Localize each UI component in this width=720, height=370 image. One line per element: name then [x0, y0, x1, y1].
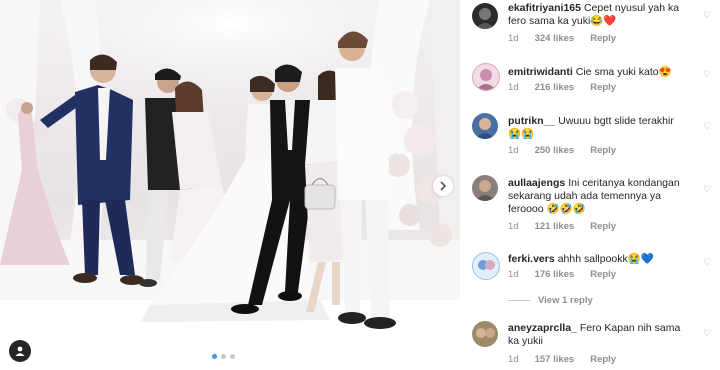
- avatar-image: [476, 328, 495, 338]
- avatar[interactable]: [472, 252, 500, 280]
- avatar-image: [476, 69, 496, 90]
- avatar[interactable]: [472, 113, 498, 139]
- carousel-indicator: [212, 354, 235, 359]
- comment-age[interactable]: 1d: [508, 82, 519, 93]
- comment-text-block: putrikn__ Uwuuu bgtt slide terakhir😭😭: [508, 115, 684, 141]
- next-slide-button[interactable]: [433, 176, 453, 196]
- comment-username[interactable]: ekafitriyani165: [508, 2, 581, 14]
- comment-text-block: aullaajengs Ini ceritanya kondangan sekar…: [508, 177, 684, 216]
- comment-likes[interactable]: 121 likes: [535, 221, 575, 232]
- comment-text-block: ekafitriyani165 Cepet nyusul yah ka fero …: [508, 2, 684, 28]
- carousel-dot: [221, 354, 226, 359]
- user-tag-button[interactable]: [9, 340, 31, 362]
- comment-likes[interactable]: 176 likes: [535, 269, 575, 280]
- comment-meta: 1d 324 likes Reply: [508, 33, 616, 44]
- comment-meta: 1d 216 likes Reply: [508, 82, 616, 93]
- view-replies-line: [508, 300, 530, 301]
- comment-username[interactable]: aullaajengs: [508, 177, 565, 189]
- heart-outline-icon[interactable]: ♡: [703, 122, 712, 131]
- comment-meta: 1d 176 likes Reply: [508, 269, 616, 280]
- comment-age[interactable]: 1d: [508, 354, 519, 365]
- comment-text: ahhh sallpookk😭💙: [557, 253, 654, 265]
- comment-age[interactable]: 1d: [508, 145, 519, 156]
- heart-outline-icon[interactable]: ♡: [703, 11, 712, 20]
- avatar[interactable]: [472, 175, 498, 201]
- comment-username[interactable]: putrikn__: [508, 115, 555, 127]
- comment-username[interactable]: ferki.vers: [508, 253, 555, 265]
- reply-button[interactable]: Reply: [590, 145, 616, 156]
- comment-age[interactable]: 1d: [508, 33, 519, 44]
- heart-outline-icon[interactable]: ♡: [703, 329, 712, 338]
- comment-age[interactable]: 1d: [508, 221, 519, 232]
- wedding-photo-illustration: [0, 0, 460, 370]
- user-tag-icon: [15, 346, 25, 356]
- avatar-image: [475, 8, 495, 29]
- avatar[interactable]: [472, 3, 498, 29]
- view-replies-button[interactable]: View 1 reply: [508, 295, 593, 306]
- comment-likes[interactable]: 216 likes: [535, 82, 575, 93]
- comment-username[interactable]: aneyzaprclla_: [508, 322, 577, 334]
- comment-likes[interactable]: 157 likes: [535, 354, 575, 365]
- comment-username[interactable]: emitriwidanti: [508, 66, 573, 78]
- comment-text-block: ferki.vers ahhh sallpookk😭💙: [508, 253, 684, 266]
- reply-button[interactable]: Reply: [590, 33, 616, 44]
- comments-panel[interactable]: ekafitriyani165 Cepet nyusul yah ka fero …: [460, 0, 720, 370]
- heart-outline-icon[interactable]: ♡: [703, 185, 712, 194]
- avatar[interactable]: [472, 321, 498, 347]
- chevron-right-icon: [440, 181, 447, 191]
- comment-meta: 1d 121 likes Reply: [508, 221, 616, 232]
- comment-likes[interactable]: 250 likes: [535, 145, 575, 156]
- comment-text: Cie sma yuki kato😍: [575, 66, 672, 78]
- carousel-dot: [230, 354, 235, 359]
- avatar[interactable]: [472, 63, 500, 91]
- reply-button[interactable]: Reply: [590, 354, 616, 365]
- reply-button[interactable]: Reply: [590, 269, 616, 280]
- comment-text-block: emitriwidanti Cie sma yuki kato😍: [508, 66, 684, 79]
- carousel-dot: [212, 354, 217, 359]
- avatar-image: [475, 180, 495, 201]
- reply-button[interactable]: Reply: [590, 221, 616, 232]
- comment-age[interactable]: 1d: [508, 269, 519, 280]
- avatar-image: [475, 118, 495, 139]
- view-replies-label: View 1 reply: [538, 295, 593, 306]
- comment-text-block: aneyzaprclla_ Fero Kapan nih sama ka yuki…: [508, 322, 684, 348]
- post-photo[interactable]: [0, 0, 460, 370]
- comment-meta: 1d 157 likes Reply: [508, 354, 616, 365]
- reply-button[interactable]: Reply: [590, 82, 616, 93]
- heart-outline-icon[interactable]: ♡: [703, 258, 712, 267]
- avatar-image: [478, 260, 495, 270]
- comment-likes[interactable]: 324 likes: [535, 33, 575, 44]
- heart-outline-icon[interactable]: ♡: [703, 70, 712, 79]
- comment-meta: 1d 250 likes Reply: [508, 145, 616, 156]
